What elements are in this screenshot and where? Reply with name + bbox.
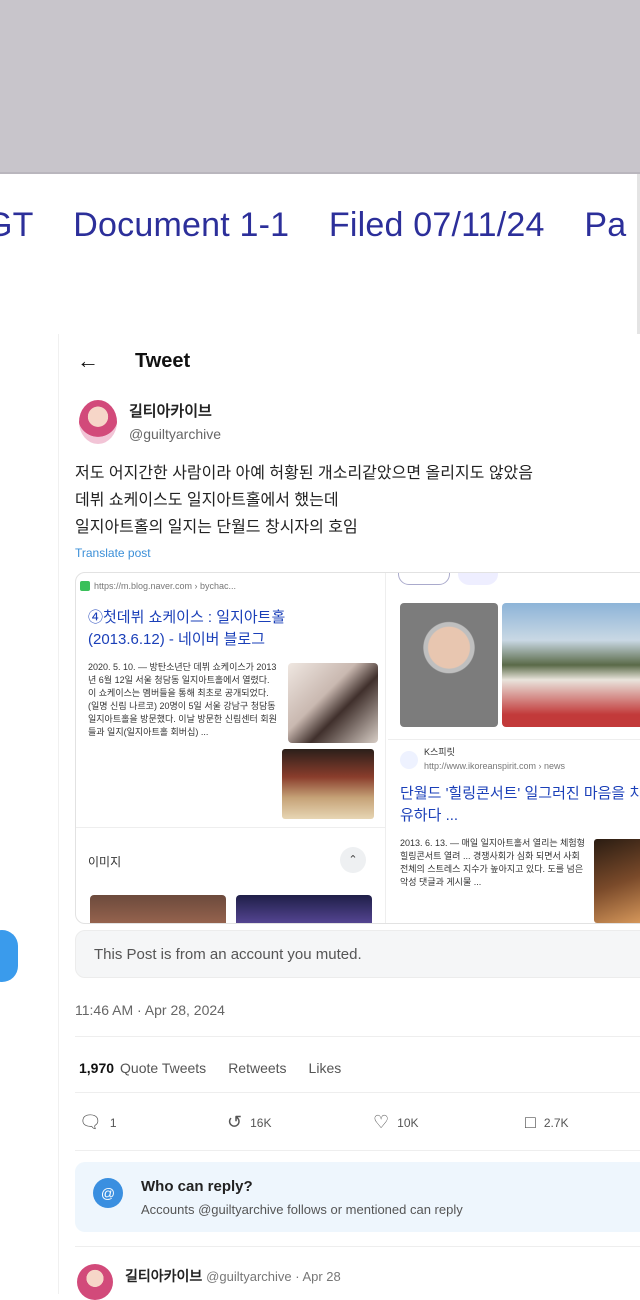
search-result-right: K스피릿 http://www.ikoreanspirit.com › news… bbox=[388, 573, 640, 923]
images-section-label: 이미지 bbox=[88, 855, 122, 869]
top-gray-margin bbox=[0, 0, 640, 172]
header-page: Pa bbox=[584, 206, 627, 244]
filter-chip bbox=[458, 573, 498, 585]
tweet-timestamp[interactable]: 11:46 AM · Apr 28, 2024 bbox=[75, 1002, 225, 1018]
next-tweet-meta: @guiltyarchive · Apr 28 bbox=[206, 1269, 341, 1284]
divider bbox=[76, 827, 386, 828]
portrait-photo bbox=[400, 603, 498, 727]
reply-box-title: Who can reply? bbox=[141, 1178, 253, 1195]
tweet-text: 저도 어지간한 사람이라 아예 허황된 개소리같았으면 올리지도 않았음 데뷔 … bbox=[75, 460, 533, 541]
next-tweet-header[interactable]: 길티아카이브 @guiltyarchive · Apr 28 bbox=[125, 1266, 341, 1286]
page-title: Tweet bbox=[135, 349, 191, 372]
reply-button[interactable]: 🗨 1 bbox=[79, 1112, 117, 1133]
like-button[interactable]: ♡ 10K bbox=[373, 1112, 419, 1133]
avatar[interactable] bbox=[77, 1264, 113, 1300]
translate-post-link[interactable]: Translate post bbox=[75, 546, 151, 560]
heart-icon: ♡ bbox=[373, 1112, 390, 1132]
divider bbox=[75, 1036, 640, 1037]
retweet-icon: ↺ bbox=[227, 1112, 243, 1132]
header-document-number: Document 1-1 bbox=[73, 206, 290, 244]
filter-chip bbox=[398, 573, 450, 585]
retweet-count: 16K bbox=[250, 1115, 272, 1130]
header-filed-date: Filed 07/11/24 bbox=[328, 206, 545, 244]
bookmark-icon: □ bbox=[525, 1112, 536, 1132]
tweet-header: ← Tweet bbox=[77, 348, 190, 374]
image-thumbnail bbox=[90, 895, 226, 923]
site-icon bbox=[400, 751, 418, 769]
court-document-header: GT Document 1-1 Filed 07/11/24 Pa bbox=[0, 206, 640, 245]
muted-notice-text: This Post is from an account you muted. bbox=[94, 946, 362, 963]
floating-button-partial[interactable] bbox=[0, 930, 18, 982]
result-thumbnail bbox=[282, 749, 374, 819]
result-snippet: 2020. 5. 10. — 방탄소년단 데뷔 쇼케이스가 2013년 6월 1… bbox=[88, 662, 277, 737]
divider bbox=[75, 1092, 640, 1093]
who-can-reply-box: @ Who can reply? Accounts @guiltyarchive… bbox=[75, 1162, 640, 1232]
action-bar: 🗨 1 ↺ 16K ♡ 10K □ 2.7K bbox=[79, 1112, 639, 1136]
tweet-line: 일지아트홀의 일지는 단월드 창시자의 호임 bbox=[75, 519, 358, 536]
author-name[interactable]: 길티아카이브 bbox=[129, 400, 212, 421]
search-result-left: https://m.blog.naver.com › bychac... ④첫데… bbox=[76, 573, 386, 923]
reply-box-subtitle: Accounts @guiltyarchive follows or menti… bbox=[141, 1202, 463, 1217]
naver-blog-icon bbox=[80, 581, 90, 591]
tweet-line: 데뷔 쇼케이스도 일지아트홀에서 했는데 bbox=[75, 492, 339, 509]
quote-tweets-link[interactable]: Quote Tweets bbox=[120, 1060, 206, 1076]
back-arrow-icon[interactable]: ← bbox=[77, 348, 117, 374]
outdoor-photo bbox=[502, 603, 640, 727]
bookmark-count: 2.7K bbox=[543, 1115, 569, 1130]
result-snippet: 2013. 6. 13. — 매일 일지아트홀서 열리는 체험형 힐링콘서트 열… bbox=[400, 838, 585, 887]
tweet-stats: 1,970 Quote Tweets Retweets Likes bbox=[79, 1060, 341, 1076]
divider bbox=[75, 1150, 640, 1151]
image-thumbnail bbox=[236, 895, 372, 923]
result-source: https://m.blog.naver.com › bychac... bbox=[94, 581, 237, 591]
divider bbox=[75, 1246, 640, 1247]
tweet-card: ← Tweet 길티아카이브 @guiltyarchive 저도 어지간한 사람… bbox=[58, 334, 640, 1300]
reply-count: 1 bbox=[109, 1115, 117, 1130]
muted-notice[interactable]: This Post is from an account you muted. bbox=[75, 930, 640, 978]
next-author-name: 길티아카이브 bbox=[125, 1268, 203, 1284]
retweets-link[interactable]: Retweets bbox=[228, 1060, 286, 1076]
retweet-button[interactable]: ↺ 16K bbox=[227, 1112, 271, 1133]
author-handle[interactable]: @guiltyarchive bbox=[129, 426, 221, 442]
result-thumbnail bbox=[288, 663, 378, 743]
bookmark-button[interactable]: □ 2.7K bbox=[525, 1112, 569, 1133]
embedded-screenshot-image[interactable]: https://m.blog.naver.com › bychac... ④첫데… bbox=[75, 572, 640, 924]
tweet-line: 저도 어지간한 사람이라 아예 허황된 개소리같았으면 올리지도 않았음 bbox=[75, 465, 533, 482]
result-thumbnail bbox=[594, 839, 640, 923]
reply-icon: 🗨 bbox=[79, 1112, 102, 1132]
chevron-up-icon: ⌃ bbox=[340, 847, 366, 873]
likes-link[interactable]: Likes bbox=[309, 1060, 342, 1076]
result-url: http://www.ikoreanspirit.com › news bbox=[424, 761, 566, 771]
avatar[interactable] bbox=[79, 400, 117, 444]
header-part: GT bbox=[0, 206, 34, 244]
quote-count[interactable]: 1,970 bbox=[79, 1060, 114, 1076]
like-count: 10K bbox=[397, 1115, 419, 1130]
result-title: ④첫데뷔 쇼케이스 : 일지아트홀 (2013.6.12) - 네이버 블로그 bbox=[88, 609, 286, 648]
divider bbox=[0, 172, 640, 174]
at-sign-icon: @ bbox=[93, 1178, 123, 1208]
result-site: K스피릿 bbox=[424, 747, 455, 757]
result-title: 단월드 '힐링콘서트' 일그러진 마음을 치유하다 ... bbox=[400, 785, 640, 824]
divider bbox=[388, 739, 640, 740]
